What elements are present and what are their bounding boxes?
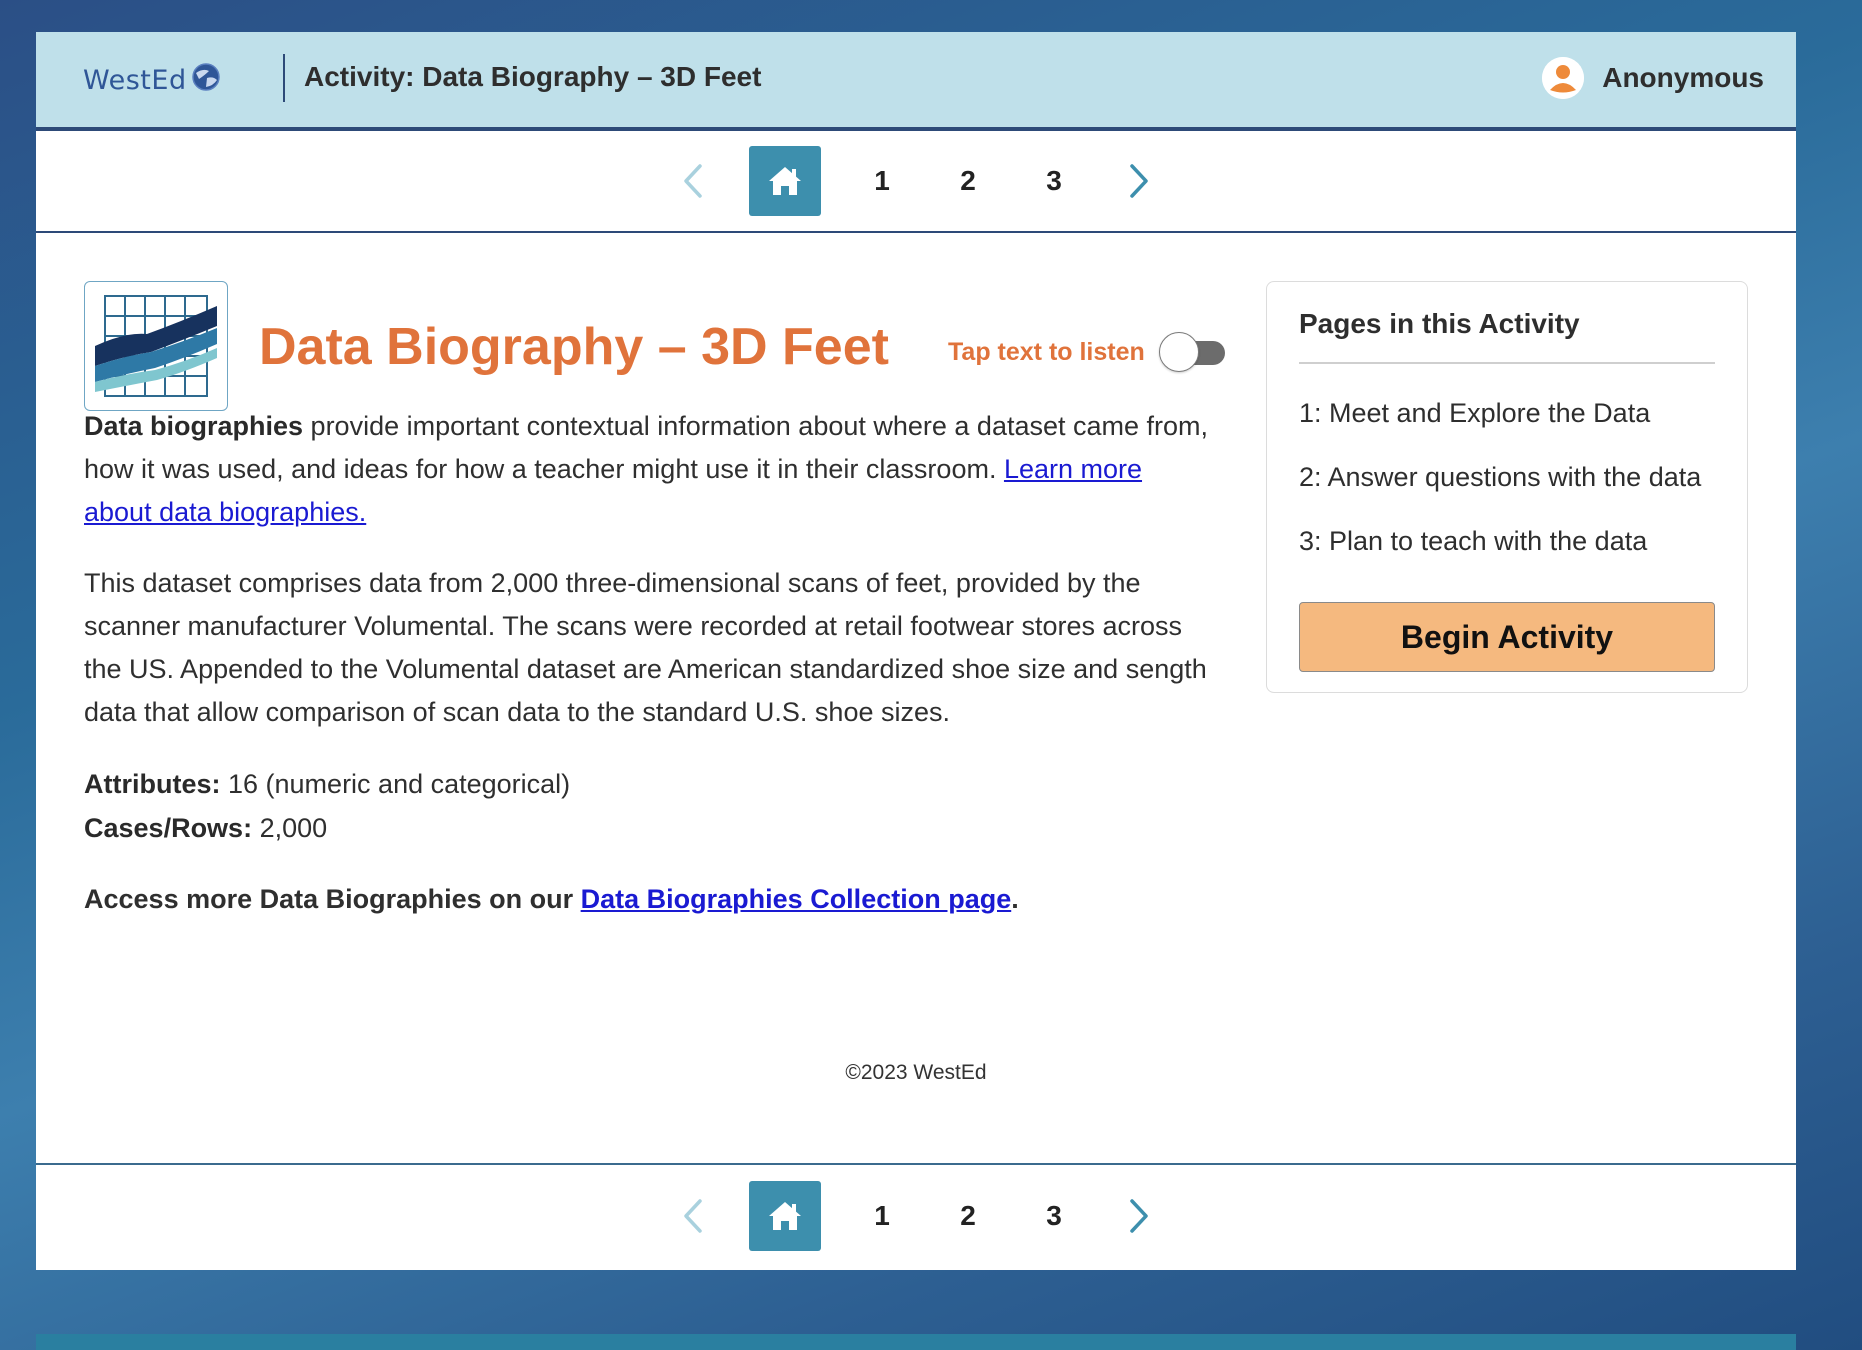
sidebar-item-page-1[interactable]: 1: Meet and Explore the Data: [1299, 394, 1729, 458]
logo-text: WestEd: [83, 65, 187, 96]
collection-page-link[interactable]: Data Biographies Collection page: [581, 884, 1012, 914]
next-page-button[interactable]: [1117, 159, 1161, 203]
chevron-right-icon: [1130, 1199, 1148, 1233]
access-text: Access more Data Biographies on our: [84, 884, 581, 914]
header-divider: [283, 54, 285, 102]
intro-bold: Data biographies: [84, 411, 304, 441]
activity-title: Activity: Data Biography – 3D Feet: [304, 61, 762, 92]
sidebar-item-page-3[interactable]: 3: Plan to teach with the data: [1299, 522, 1729, 586]
user-icon: [1542, 57, 1585, 99]
page-1-button[interactable]: 1: [839, 165, 925, 197]
tap-to-listen-control: Tap text to listen: [948, 332, 1225, 372]
sidebar-item-page-2[interactable]: 2: Answer questions with the data: [1299, 458, 1709, 522]
begin-activity-button[interactable]: Begin Activity: [1299, 602, 1715, 672]
chevron-right-icon: [1130, 164, 1148, 198]
bottom-pagination: 1 2 3: [36, 1163, 1796, 1267]
access-more-line: Access more Data Biographies on our Data…: [84, 878, 1214, 921]
sidebar-title: Pages in this Activity: [1299, 308, 1580, 339]
next-page-button-bottom[interactable]: [1117, 1194, 1161, 1238]
sidebar-page-list: 1: Meet and Explore the Data 2: Answer q…: [1299, 394, 1729, 586]
page-3-button-bottom[interactable]: 3: [1011, 1200, 1097, 1232]
prev-page-button-bottom[interactable]: [671, 1194, 715, 1238]
wested-logo[interactable]: WestEd: [83, 62, 221, 99]
access-end: .: [1011, 884, 1019, 914]
header-bar: WestEd Activity: Data Biography – 3D Fee…: [36, 32, 1796, 131]
page-2-button[interactable]: 2: [925, 165, 1011, 197]
cases-label: Cases/Rows:: [84, 813, 253, 843]
top-pagination: 1 2 3: [36, 131, 1796, 233]
page-1-button-bottom[interactable]: 1: [839, 1200, 925, 1232]
user-name: Anonymous: [1602, 62, 1764, 93]
page-bottom-strip: [36, 1334, 1796, 1350]
listen-label: Tap text to listen: [948, 337, 1145, 366]
attributes-value: 16 (numeric and categorical): [220, 769, 571, 799]
toggle-knob: [1158, 332, 1199, 372]
pages-sidebar: Pages in this Activity 1: Meet and Explo…: [1266, 281, 1748, 693]
copyright: ©2023 WestEd: [845, 1061, 987, 1084]
chevron-left-icon: [684, 164, 702, 198]
page-3-button[interactable]: 3: [1011, 165, 1097, 197]
avatar: [1542, 57, 1585, 99]
intro-paragraph: Data biographies provide important conte…: [84, 405, 1214, 534]
chevron-left-icon: [684, 1199, 702, 1233]
dataset-stats: Attributes: 16 (numeric and categorical)…: [84, 762, 1214, 850]
home-icon: [769, 1202, 801, 1230]
description-text: Data biographies provide important conte…: [84, 405, 1214, 949]
cases-value: 2,000: [252, 813, 328, 843]
prev-page-button[interactable]: [671, 159, 715, 203]
home-page-button-bottom[interactable]: [749, 1181, 821, 1251]
page-title: Data Biography – 3D Feet: [259, 318, 889, 376]
page-2-button-bottom[interactable]: 2: [925, 1200, 1011, 1232]
home-page-button[interactable]: [749, 146, 821, 216]
activity-frame: WestEd Activity: Data Biography – 3D Fee…: [36, 32, 1796, 1270]
main-content: Data Biography – 3D Feet Tap text to lis…: [36, 233, 1796, 1163]
home-icon: [769, 167, 801, 195]
sidebar-divider: [1299, 362, 1715, 364]
user-menu[interactable]: Anonymous: [1542, 57, 1764, 99]
globe-icon: [191, 62, 221, 99]
data-biography-icon: [84, 281, 228, 411]
attributes-label: Attributes:: [84, 769, 221, 799]
dataset-description: This dataset comprises data from 2,000 t…: [84, 568, 1207, 727]
listen-toggle[interactable]: [1158, 332, 1225, 372]
